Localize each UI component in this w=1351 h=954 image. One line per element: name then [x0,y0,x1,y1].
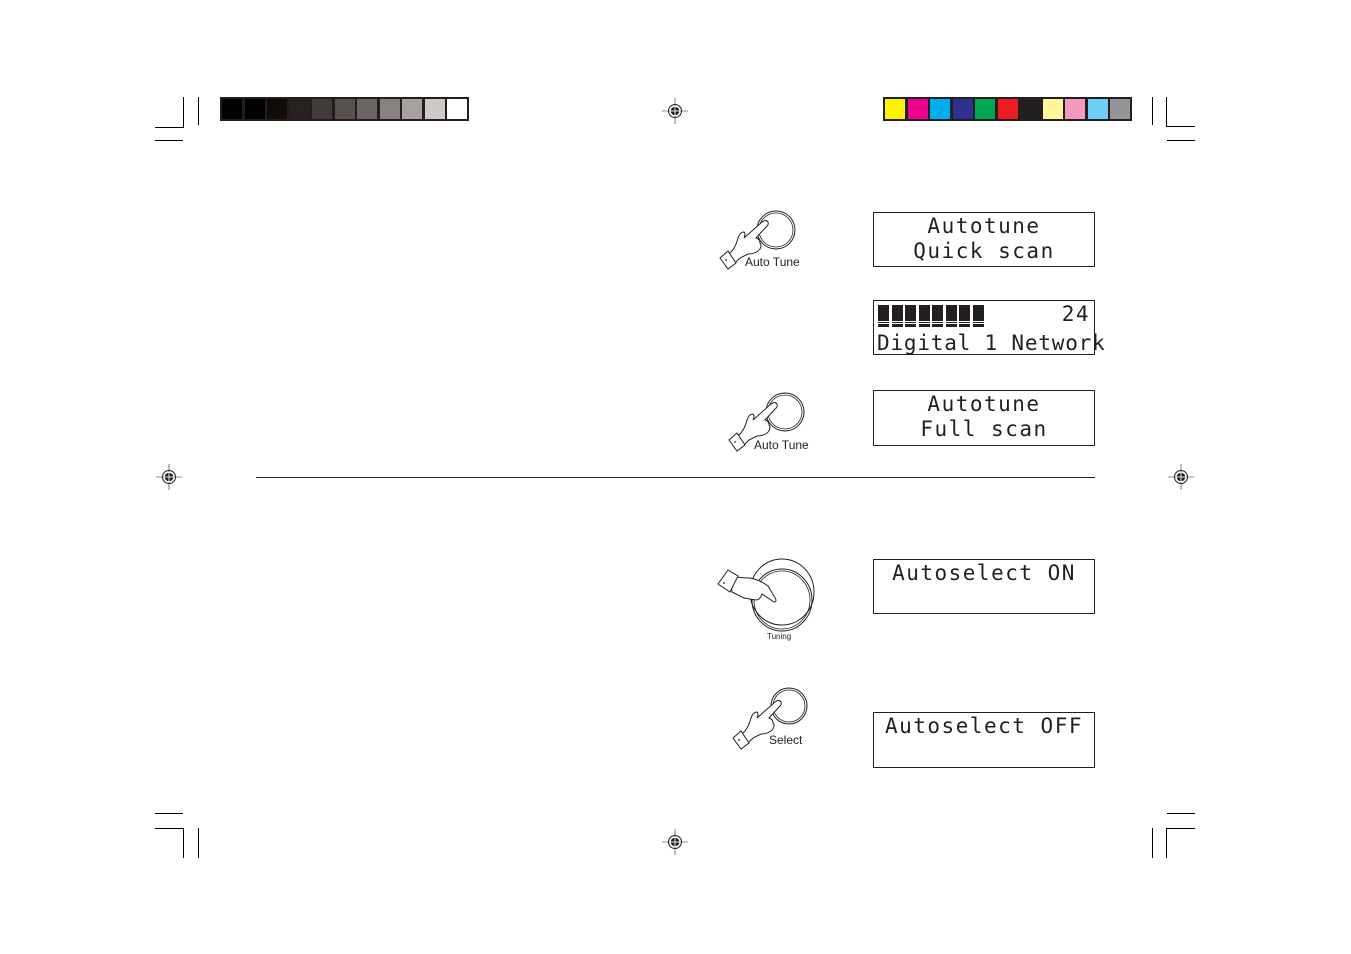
select-button-illustration: Select [731,686,831,752]
grayscale-calibration-bar [220,97,469,121]
grayscale-swatch [289,99,310,119]
lcd-line-1: Autoselect OFF [884,714,1083,738]
color-swatch [1042,99,1063,119]
hand-turn-knob-icon [717,558,815,632]
grayscale-swatch [222,99,242,119]
progress-block [932,305,943,324]
progress-block [945,305,957,324]
lcd-line-2: Full scan [920,417,1048,441]
tuning-knob-illustration: Tuning [716,556,826,646]
section-divider [256,477,1095,478]
color-swatch [930,99,950,119]
auto-tune-button-illustration-full: Auto Tune [727,390,837,456]
auto-tune-label: Auto Tune [754,438,809,452]
lcd-display-autoselect-on: Autoselect ON [873,559,1095,614]
scan-progress-bar [878,305,986,324]
progress-block [972,305,984,324]
lcd-line-2: Quick scan [913,239,1055,263]
progress-block [918,305,930,324]
color-swatch [1087,99,1108,119]
color-swatch [907,99,928,119]
grayscale-swatch [379,99,400,119]
lcd-display-autoselect-off: Autoselect OFF [873,712,1095,768]
lcd-line-1: Autotune [927,392,1041,416]
lcd-line-1: Autotune [927,214,1041,238]
grayscale-swatch [267,99,287,119]
registration-mark-right [1168,464,1194,490]
color-swatch [997,99,1018,119]
registration-mark-bottom [662,829,688,855]
registration-mark-left [156,464,182,490]
color-swatch [1065,99,1085,119]
progress-block [959,305,970,324]
auto-tune-button-illustration: Auto Tune [718,208,828,274]
station-count: 24 [1061,302,1090,326]
color-calibration-bar [883,97,1132,121]
color-swatch [975,99,995,119]
color-swatch [952,99,973,119]
auto-tune-label: Auto Tune [745,255,800,269]
grayscale-swatch [424,99,445,119]
grayscale-swatch [447,99,467,119]
progress-block [905,305,916,324]
grayscale-swatch [244,99,265,119]
grayscale-swatch [402,99,422,119]
grayscale-swatch [312,99,332,119]
lcd-line-1: Autoselect ON [892,561,1076,585]
progress-block [891,305,903,324]
tuning-label: Tuning [767,632,792,641]
grayscale-swatch [334,99,355,119]
lcd-display-full-scan: Autotune Full scan [873,390,1095,446]
lcd-line-2: Digital 1 Network [877,331,1106,355]
select-label: Select [769,733,803,747]
grayscale-swatch [357,99,377,119]
color-swatch [1020,99,1040,119]
registration-mark-top [662,98,688,124]
lcd-display-scan-progress: 24 Digital 1 Network [873,300,1106,355]
lcd-display-quick-scan: Autotune Quick scan [873,212,1095,267]
progress-block [878,305,889,324]
color-swatch [885,99,905,119]
color-swatch [1110,99,1130,119]
